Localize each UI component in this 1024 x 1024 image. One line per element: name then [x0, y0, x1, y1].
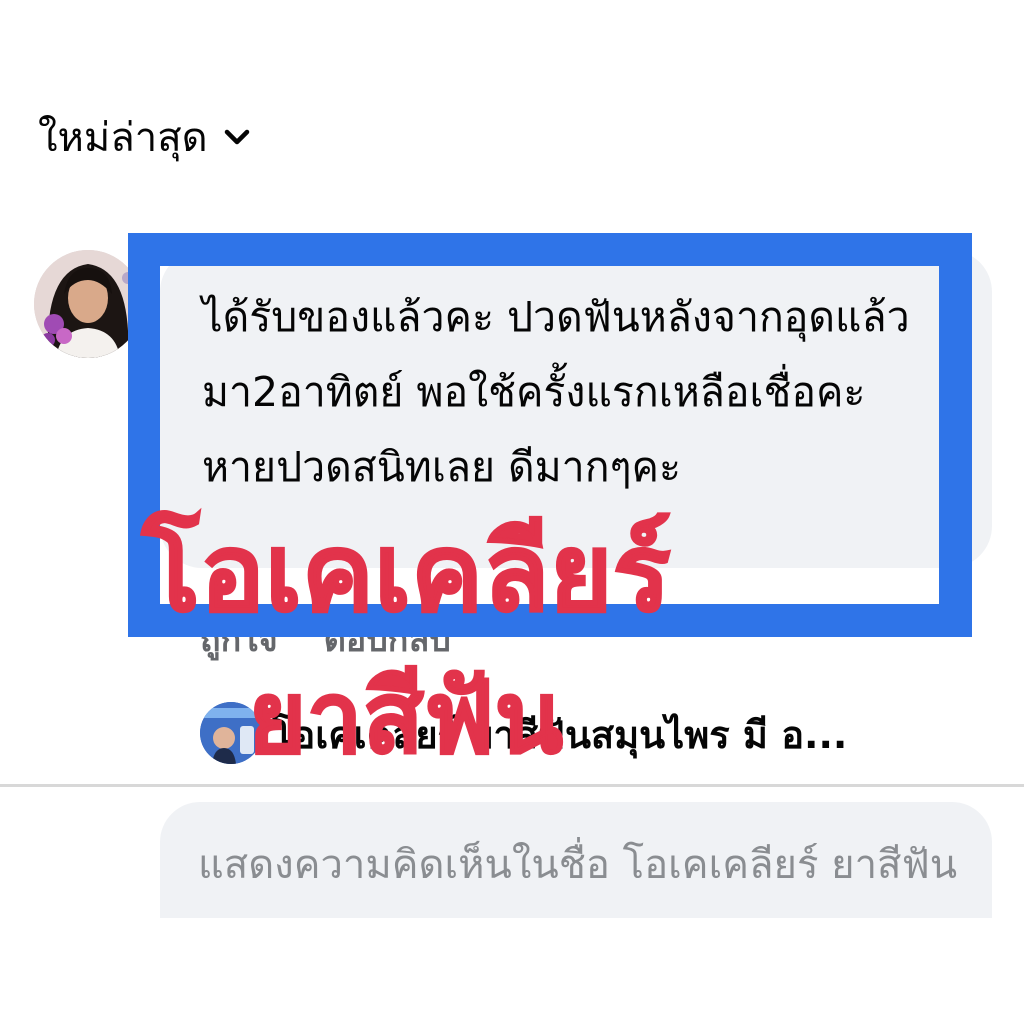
reply-avatar[interactable] [200, 702, 262, 764]
reply-preview-text[interactable]: โอเคเคลียร์ ยาสีฟันสมุนไพร มี อ... [272, 713, 847, 759]
comment-text: ได้รับของแล้วคะ ปวดฟันหลังจากอุดแล้วมา2อ… [202, 293, 910, 491]
divider [0, 784, 1024, 787]
sort-dropdown[interactable]: ใหม่ล่าสุด [38, 118, 250, 158]
comment-actions: ถูกใจ ตอบกลับ [200, 612, 451, 666]
comment-input[interactable]: แสดงความคิดเห็นในชื่อ โอเคเคลียร์ ยาสีฟั… [160, 802, 992, 918]
reply-button[interactable]: ตอบกลับ [324, 612, 451, 666]
comment-input-placeholder: แสดงความคิดเห็นในชื่อ โอเคเคลียร์ ยาสีฟั… [198, 842, 958, 888]
commenter-avatar[interactable] [34, 250, 142, 358]
like-button[interactable]: ถูกใจ [200, 612, 278, 666]
comments-screen: ใหม่ล่าสุด ได้รับของแล้วคะ ปวดฟันหลังจาก… [0, 0, 1024, 1024]
chevron-down-icon [224, 129, 250, 147]
sort-label: ใหม่ล่าสุด [38, 115, 208, 161]
